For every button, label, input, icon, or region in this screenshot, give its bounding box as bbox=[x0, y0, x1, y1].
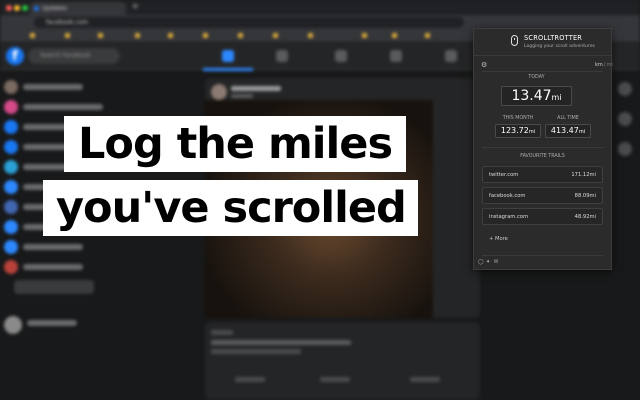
shortcut-icon bbox=[4, 316, 22, 334]
unit-toggle[interactable]: km/mi bbox=[595, 62, 613, 68]
feed-post bbox=[205, 322, 480, 400]
browser-tab[interactable]: Updates bbox=[30, 2, 126, 15]
headline-line-1: Log the miles bbox=[64, 116, 407, 172]
trail-item[interactable]: instagram.com 48.92mi bbox=[482, 208, 603, 225]
sidebar-icon bbox=[4, 240, 18, 254]
this-month-value: 123.72 bbox=[500, 126, 529, 135]
active-nav-indicator bbox=[203, 68, 253, 71]
url-field[interactable]: facebook.com bbox=[34, 17, 464, 28]
see-more-button[interactable] bbox=[14, 280, 94, 294]
sidebar-icon bbox=[4, 140, 18, 154]
sidebar-icon bbox=[4, 180, 18, 194]
groups-nav-icon[interactable] bbox=[390, 50, 402, 62]
bookmark-item[interactable] bbox=[392, 32, 420, 40]
app-title: SCROLLTROTTER bbox=[524, 34, 583, 42]
bookmark-item[interactable] bbox=[65, 32, 93, 40]
more-trails-link[interactable]: + More bbox=[489, 236, 508, 242]
all-time-unit: mi bbox=[578, 129, 586, 135]
contact-avatar[interactable] bbox=[618, 112, 632, 126]
today-value: 13.47 bbox=[511, 88, 552, 104]
app-tagline: Logging your scroll adventures bbox=[524, 44, 595, 49]
new-tab-icon[interactable]: + bbox=[131, 1, 139, 12]
divider bbox=[482, 255, 603, 256]
right-column bbox=[612, 72, 640, 400]
sidebar-icon bbox=[4, 260, 18, 274]
contact-avatar[interactable] bbox=[618, 82, 632, 96]
today-distance: 13.47mi bbox=[501, 86, 572, 106]
popup-header: SCROLLTROTTER Logging your scroll advent… bbox=[474, 29, 611, 56]
screenshot-stage: Updates + facebook.com f Search Facebook bbox=[0, 0, 640, 400]
headline-line-2: you've scrolled bbox=[43, 180, 418, 236]
bookmark-item[interactable] bbox=[238, 32, 268, 40]
contact-avatar[interactable] bbox=[618, 142, 632, 156]
trail-item[interactable]: twitter.com 171.12mi bbox=[482, 166, 603, 183]
all-time-distance: 413.47mi bbox=[545, 124, 591, 138]
sidebar-icon bbox=[4, 120, 18, 134]
all-time-label: ALL TIME bbox=[557, 116, 579, 121]
sidebar-icon bbox=[4, 220, 18, 234]
divider bbox=[482, 147, 603, 148]
sidebar-icon bbox=[4, 100, 18, 114]
watch-nav-icon[interactable] bbox=[276, 50, 288, 62]
trail-site: twitter.com bbox=[489, 172, 519, 178]
sidebar-icon bbox=[4, 160, 18, 174]
gaming-nav-icon[interactable] bbox=[445, 50, 457, 62]
mail-icon[interactable]: ✉ bbox=[494, 259, 498, 265]
favourite-trails-label: FAVOURITE TRAILS bbox=[520, 154, 565, 159]
tab-title: Updates bbox=[42, 5, 67, 12]
maximize-window-dot[interactable] bbox=[22, 5, 28, 11]
instagram-icon[interactable]: ◯ bbox=[478, 259, 484, 265]
trail-site: instagram.com bbox=[489, 214, 529, 220]
trail-item[interactable]: facebook.com 88.09mi bbox=[482, 187, 603, 204]
facebook-logo-icon[interactable]: f bbox=[6, 47, 24, 65]
this-month-unit: mi bbox=[528, 129, 536, 135]
bookmark-item[interactable] bbox=[308, 32, 348, 40]
facebook-favicon-icon bbox=[34, 6, 39, 11]
trail-distance: 171.12mi bbox=[571, 172, 596, 178]
minimize-window-dot[interactable] bbox=[14, 5, 20, 11]
close-window-dot[interactable] bbox=[6, 5, 12, 11]
sidebar-icon bbox=[4, 200, 18, 214]
bookmark-item[interactable] bbox=[362, 32, 386, 40]
unit-mi[interactable]: mi bbox=[606, 62, 612, 68]
today-unit: mi bbox=[551, 93, 562, 102]
scrolltrotter-popup: SCROLLTROTTER Logging your scroll advent… bbox=[473, 28, 613, 270]
bookmark-item[interactable] bbox=[168, 32, 198, 40]
this-month-label: THIS MONTH bbox=[502, 116, 534, 121]
trail-distance: 88.09mi bbox=[574, 193, 596, 199]
mouse-icon bbox=[511, 35, 518, 46]
divider bbox=[482, 71, 603, 72]
bookmark-item[interactable] bbox=[273, 32, 303, 40]
tab-strip: Updates + bbox=[0, 0, 640, 15]
facebook-search-input[interactable]: Search Facebook bbox=[28, 48, 120, 64]
bookmark-item[interactable] bbox=[203, 32, 233, 40]
profile-avatar-icon bbox=[4, 80, 18, 94]
trail-distance: 48.92mi bbox=[574, 214, 596, 220]
unit-km[interactable]: km bbox=[595, 62, 603, 68]
home-nav-icon[interactable] bbox=[222, 50, 234, 62]
twitter-icon[interactable]: ✦ bbox=[486, 259, 490, 265]
gear-icon[interactable]: ⚙ bbox=[481, 61, 487, 69]
today-label: TODAY bbox=[528, 75, 545, 80]
all-time-value: 413.47 bbox=[550, 126, 579, 135]
this-month-distance: 123.72mi bbox=[495, 124, 541, 138]
bookmark-item[interactable] bbox=[98, 32, 130, 40]
bookmark-item[interactable] bbox=[135, 32, 163, 40]
trail-site: facebook.com bbox=[489, 193, 526, 199]
bookmark-item[interactable] bbox=[425, 32, 455, 40]
marketplace-nav-icon[interactable] bbox=[335, 50, 347, 62]
avatar[interactable] bbox=[211, 84, 227, 100]
bookmark-item[interactable] bbox=[30, 32, 60, 40]
